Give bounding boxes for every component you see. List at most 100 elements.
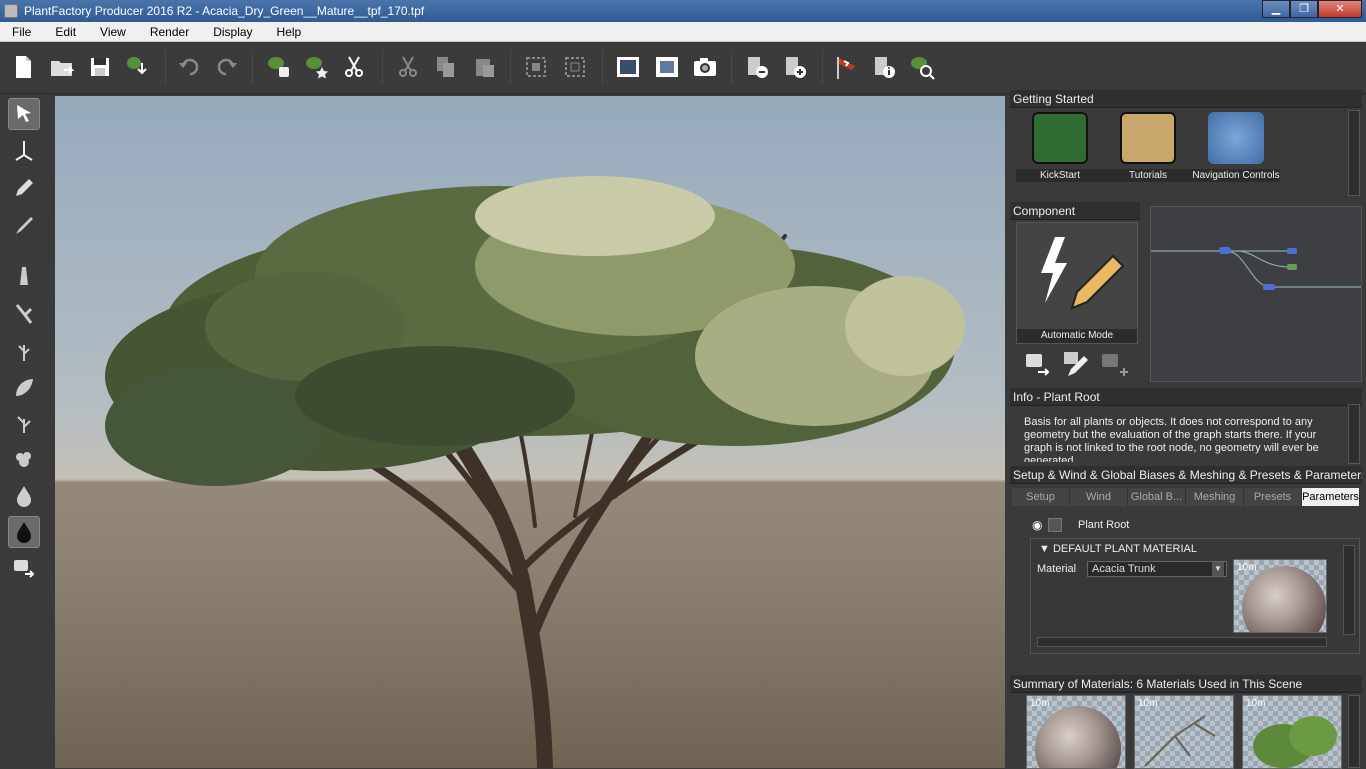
node-output-icon[interactable] — [1024, 350, 1054, 378]
3d-viewport[interactable] — [55, 96, 1005, 768]
node-edit-icon[interactable] — [1062, 350, 1092, 378]
navigation-controls-label: Navigation Controls — [1192, 169, 1280, 182]
section-expander[interactable]: ▼ DEFAULT PLANT MATERIAL — [1039, 543, 1197, 555]
navigation-controls-item[interactable]: Navigation Controls — [1192, 112, 1280, 182]
remove-geometry-icon[interactable] — [742, 52, 772, 82]
render-region-icon[interactable] — [652, 52, 682, 82]
scissors-settings-icon[interactable] — [340, 52, 370, 82]
camera-icon[interactable] — [690, 52, 720, 82]
node-graph-canvas — [1151, 247, 1361, 290]
move-tool-icon[interactable] — [8, 134, 40, 166]
tab-parameters[interactable]: Parameters — [1302, 488, 1360, 506]
tab-setup[interactable]: Setup — [1012, 488, 1070, 506]
node-add-tool-icon[interactable] — [8, 552, 40, 584]
maximize-button[interactable]: ❐ — [1290, 0, 1318, 18]
menu-render[interactable]: Render — [138, 25, 201, 39]
menu-view[interactable]: View — [88, 25, 138, 39]
random-plant-icon[interactable] — [264, 52, 294, 82]
pencil-tool-icon[interactable] — [8, 172, 40, 204]
new-file-icon[interactable] — [8, 52, 38, 82]
tab-meshing[interactable]: Meshing — [1186, 488, 1244, 506]
component-panel: Component Automatic Mode — [1010, 202, 1362, 386]
close-button[interactable]: ✕ — [1318, 0, 1362, 18]
undo-icon[interactable] — [174, 52, 204, 82]
trunk-tool-icon[interactable] — [8, 260, 40, 292]
materials-summary-panel: Summary of Materials: 6 Materials Used i… — [1010, 675, 1362, 769]
open-file-icon[interactable] — [47, 52, 77, 82]
tab-presets[interactable]: Presets — [1244, 488, 1302, 506]
info-icon[interactable] — [869, 52, 899, 82]
branch-tool-icon[interactable] — [8, 298, 40, 330]
horizontal-scrollbar[interactable] — [1037, 637, 1327, 647]
automatic-mode-icon — [1041, 237, 1125, 310]
tab-wind[interactable]: Wind — [1070, 488, 1128, 506]
visibility-eye-icon[interactable]: ◉ — [1032, 518, 1046, 532]
title-bar: PlantFactory Producer 2016 R2 - Acacia_D… — [0, 0, 1366, 22]
twig-tool-icon[interactable] — [8, 336, 40, 368]
cut-icon[interactable] — [393, 52, 423, 82]
menu-bar: File Edit View Render Display Help — [0, 22, 1366, 42]
kickstart-item[interactable]: KickStart — [1016, 112, 1104, 182]
ungroup-icon[interactable] — [560, 52, 590, 82]
tab-global-biases[interactable]: Global B... — [1128, 488, 1186, 506]
save-plant-icon[interactable] — [123, 52, 153, 82]
paste-icon[interactable] — [470, 52, 500, 82]
leaf-dark-tool-icon[interactable] — [8, 516, 40, 548]
favorite-plant-icon[interactable] — [302, 52, 332, 82]
info-scrollbar[interactable] — [1348, 404, 1360, 464]
info-header: Info - Plant Root — [1010, 388, 1362, 406]
main-toolbar — [0, 42, 1366, 94]
material-preview[interactable]: 10m — [1233, 559, 1327, 633]
material-thumb-twig[interactable]: 10m — [1134, 695, 1234, 769]
plant-root-checkbox[interactable] — [1048, 518, 1062, 532]
minimize-button[interactable]: ▁ — [1262, 0, 1290, 18]
select-tool-icon[interactable] — [8, 98, 40, 130]
render-frame-icon[interactable] — [613, 52, 643, 82]
tutorials-icon — [1120, 112, 1176, 164]
copy-icon[interactable] — [431, 52, 461, 82]
material-thumb-leaves[interactable]: 10m — [1242, 695, 1342, 769]
getting-started-scrollbar[interactable] — [1348, 110, 1360, 196]
wind-sock-icon[interactable] — [831, 52, 861, 82]
leaf-tool-icon[interactable] — [8, 372, 40, 404]
getting-started-header: Getting Started — [1010, 90, 1362, 108]
redo-icon[interactable] — [212, 52, 242, 82]
stem-tool-icon[interactable] — [8, 408, 40, 440]
automatic-mode-button[interactable]: Automatic Mode — [1016, 222, 1138, 344]
material-group: ▼ DEFAULT PLANT MATERIAL Material Acacia… — [1030, 538, 1360, 654]
chevron-down-icon: ▼ — [1039, 543, 1050, 555]
node-graph[interactable] — [1150, 206, 1362, 382]
foliage-tool-icon[interactable] — [8, 444, 40, 476]
materials-scrollbar[interactable] — [1348, 695, 1360, 768]
info-text: Basis for all plants or objects. It does… — [1024, 416, 1319, 462]
drop-tool-icon[interactable] — [8, 480, 40, 512]
left-tool-palette — [0, 94, 48, 768]
parameters-tabs: Setup Wind Global B... Meshing Presets P… — [1012, 488, 1360, 506]
parameters-scrollbar[interactable] — [1343, 545, 1355, 635]
material-dropdown[interactable]: Acacia Trunk ▼ — [1087, 561, 1227, 577]
node-add-icon[interactable] — [1100, 350, 1130, 378]
lod-label: 10m — [1138, 698, 1158, 709]
automatic-mode-label: Automatic Mode — [1017, 329, 1137, 343]
window-controls: ▁ ❐ ✕ — [1262, 0, 1362, 18]
brush-tool-icon[interactable] — [8, 210, 40, 242]
lod-label: 10m — [1030, 698, 1050, 709]
chevron-down-icon: ▼ — [1212, 562, 1224, 576]
parameters-panel: Setup & Wind & Global Biases & Meshing &… — [1010, 466, 1362, 674]
save-icon[interactable] — [85, 52, 115, 82]
menu-display[interactable]: Display — [201, 25, 264, 39]
parameters-header: Setup & Wind & Global Biases & Meshing &… — [1010, 466, 1362, 484]
plant-zoom-icon[interactable] — [907, 52, 937, 82]
tutorials-item[interactable]: Tutorials — [1104, 112, 1192, 182]
menu-file[interactable]: File — [0, 25, 43, 39]
group-icon[interactable] — [521, 52, 551, 82]
plant-root-label: Plant Root — [1078, 519, 1130, 531]
kickstart-label: KickStart — [1016, 169, 1104, 182]
navigation-controls-icon — [1208, 112, 1264, 164]
add-geometry-icon[interactable] — [780, 52, 810, 82]
menu-edit[interactable]: Edit — [43, 25, 88, 39]
menu-help[interactable]: Help — [265, 25, 314, 39]
component-header: Component — [1010, 202, 1140, 220]
material-thumb-bark[interactable]: 10m — [1026, 695, 1126, 769]
material-value: Acacia Trunk — [1092, 563, 1156, 575]
